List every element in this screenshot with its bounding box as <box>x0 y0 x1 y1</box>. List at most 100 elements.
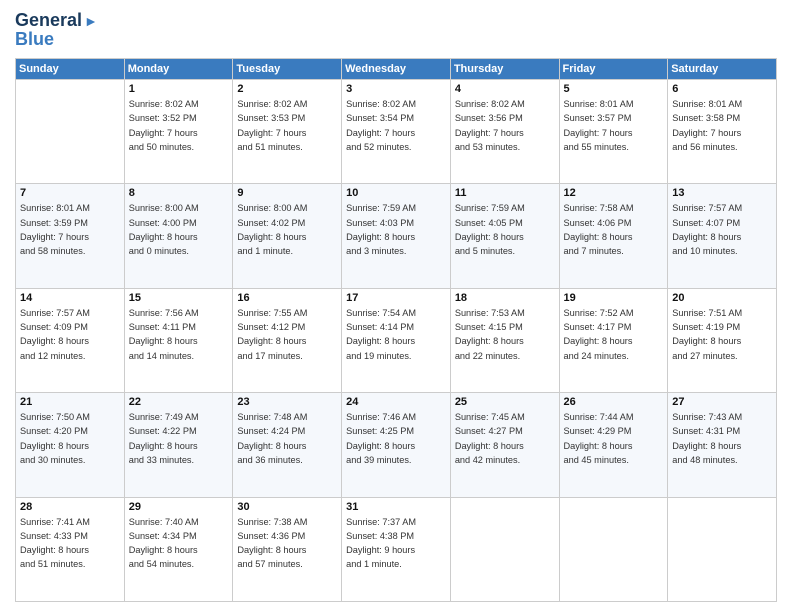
day-number: 24 <box>346 396 446 408</box>
day-number: 12 <box>564 187 664 199</box>
day-info: Sunrise: 7:46 AMSunset: 4:25 PMDaylight:… <box>346 410 446 467</box>
day-number: 22 <box>129 396 229 408</box>
calendar-cell-w2d6: 20 Sunrise: 7:51 AMSunset: 4:19 PMDayligh… <box>668 288 777 392</box>
week-row-3: 21Sunrise: 7:50 AMSunset: 4:20 PMDayligh… <box>16 393 777 497</box>
day-number: 1 <box>129 83 229 95</box>
day-header-saturday: Saturday <box>668 59 777 80</box>
week-row-2: 14 Sunrise: 7:57 AMSunset: 4:09 PMDayligh… <box>16 288 777 392</box>
week-row-1: 7 Sunrise: 8:01 AMSunset: 3:59 PMDaylight… <box>16 184 777 288</box>
day-info: Sunrise: 8:00 AMSunset: 4:02 PMDaylight:… <box>237 201 337 258</box>
day-header-sunday: Sunday <box>16 59 125 80</box>
day-info: Sunrise: 8:01 AMSunset: 3:59 PMDaylight:… <box>20 201 120 258</box>
day-number: 14 <box>20 292 120 304</box>
calendar-cell-w0d0 <box>16 80 125 184</box>
calendar-cell-w0d3: 3 Sunrise: 8:02 AMSunset: 3:54 PMDaylight… <box>342 80 451 184</box>
day-number: 13 <box>672 187 772 199</box>
calendar-table: SundayMondayTuesdayWednesdayThursdayFrid… <box>15 58 777 602</box>
logo-text-blue: Blue <box>15 29 54 50</box>
day-info: Sunrise: 7:51 AMSunset: 4:19 PMDaylight:… <box>672 306 772 363</box>
day-number: 8 <box>129 187 229 199</box>
day-info: Sunrise: 8:02 AMSunset: 3:56 PMDaylight:… <box>455 97 555 154</box>
day-info: Sunrise: 7:58 AMSunset: 4:06 PMDaylight:… <box>564 201 664 258</box>
day-number: 11 <box>455 187 555 199</box>
day-info: Sunrise: 7:37 AMSunset: 4:38 PMDaylight:… <box>346 515 446 572</box>
logo: General ► Blue <box>15 10 98 50</box>
day-number: 16 <box>237 292 337 304</box>
day-number: 9 <box>237 187 337 199</box>
day-number: 17 <box>346 292 446 304</box>
day-info: Sunrise: 7:54 AMSunset: 4:14 PMDaylight:… <box>346 306 446 363</box>
day-header-friday: Friday <box>559 59 668 80</box>
day-info: Sunrise: 7:59 AMSunset: 4:03 PMDaylight:… <box>346 201 446 258</box>
day-number: 20 <box>672 292 772 304</box>
day-info: Sunrise: 7:44 AMSunset: 4:29 PMDaylight:… <box>564 410 664 467</box>
calendar-cell-w2d4: 18 Sunrise: 7:53 AMSunset: 4:15 PMDayligh… <box>450 288 559 392</box>
day-info: Sunrise: 7:41 AMSunset: 4:33 PMDaylight:… <box>20 515 120 572</box>
day-info: Sunrise: 7:38 AMSunset: 4:36 PMDaylight:… <box>237 515 337 572</box>
day-number: 2 <box>237 83 337 95</box>
day-number: 26 <box>564 396 664 408</box>
day-number: 29 <box>129 501 229 513</box>
calendar-cell-w4d2: 30Sunrise: 7:38 AMSunset: 4:36 PMDayligh… <box>233 497 342 601</box>
calendar-cell-w0d5: 5Sunrise: 8:01 AMSunset: 3:57 PMDaylight… <box>559 80 668 184</box>
day-header-thursday: Thursday <box>450 59 559 80</box>
calendar-cell-w2d1: 15 Sunrise: 7:56 AMSunset: 4:11 PMDayligh… <box>124 288 233 392</box>
day-info: Sunrise: 8:02 AMSunset: 3:54 PMDaylight:… <box>346 97 446 154</box>
calendar-cell-w1d3: 10Sunrise: 7:59 AMSunset: 4:03 PMDayligh… <box>342 184 451 288</box>
day-number: 18 <box>455 292 555 304</box>
day-info: Sunrise: 7:40 AMSunset: 4:34 PMDaylight:… <box>129 515 229 572</box>
logo-triangle-icon: ► <box>84 13 98 29</box>
calendar-cell-w2d0: 14 Sunrise: 7:57 AMSunset: 4:09 PMDayligh… <box>16 288 125 392</box>
calendar-header-row: SundayMondayTuesdayWednesdayThursdayFrid… <box>16 59 777 80</box>
calendar-cell-w2d2: 16 Sunrise: 7:55 AMSunset: 4:12 PMDayligh… <box>233 288 342 392</box>
calendar-cell-w4d4 <box>450 497 559 601</box>
calendar-body: 1Sunrise: 8:02 AMSunset: 3:52 PMDaylight… <box>16 80 777 602</box>
calendar-cell-w3d6: 27Sunrise: 7:43 AMSunset: 4:31 PMDayligh… <box>668 393 777 497</box>
calendar-cell-w0d4: 4 Sunrise: 8:02 AMSunset: 3:56 PMDaylight… <box>450 80 559 184</box>
day-header-monday: Monday <box>124 59 233 80</box>
calendar-cell-w0d1: 1Sunrise: 8:02 AMSunset: 3:52 PMDaylight… <box>124 80 233 184</box>
week-row-4: 28Sunrise: 7:41 AMSunset: 4:33 PMDayligh… <box>16 497 777 601</box>
day-number: 21 <box>20 396 120 408</box>
logo-text-general: General <box>15 10 82 31</box>
header: General ► Blue <box>15 10 777 50</box>
day-info: Sunrise: 7:45 AMSunset: 4:27 PMDaylight:… <box>455 410 555 467</box>
calendar-cell-w1d2: 9 Sunrise: 8:00 AMSunset: 4:02 PMDaylight… <box>233 184 342 288</box>
calendar-cell-w4d3: 31 Sunrise: 7:37 AMSunset: 4:38 PMDayligh… <box>342 497 451 601</box>
day-number: 7 <box>20 187 120 199</box>
day-number: 6 <box>672 83 772 95</box>
calendar-cell-w0d6: 6Sunrise: 8:01 AMSunset: 3:58 PMDaylight… <box>668 80 777 184</box>
day-number: 3 <box>346 83 446 95</box>
day-info: Sunrise: 7:48 AMSunset: 4:24 PMDaylight:… <box>237 410 337 467</box>
day-number: 15 <box>129 292 229 304</box>
calendar-cell-w3d1: 22 Sunrise: 7:49 AMSunset: 4:22 PMDayligh… <box>124 393 233 497</box>
day-info: Sunrise: 7:49 AMSunset: 4:22 PMDaylight:… <box>129 410 229 467</box>
calendar-cell-w2d5: 19Sunrise: 7:52 AMSunset: 4:17 PMDayligh… <box>559 288 668 392</box>
calendar-cell-w4d5 <box>559 497 668 601</box>
day-number: 23 <box>237 396 337 408</box>
calendar-cell-w2d3: 17 Sunrise: 7:54 AMSunset: 4:14 PMDayligh… <box>342 288 451 392</box>
calendar-cell-w3d3: 24 Sunrise: 7:46 AMSunset: 4:25 PMDayligh… <box>342 393 451 497</box>
calendar-cell-w4d0: 28Sunrise: 7:41 AMSunset: 4:33 PMDayligh… <box>16 497 125 601</box>
day-info: Sunrise: 7:57 AMSunset: 4:07 PMDaylight:… <box>672 201 772 258</box>
day-header-tuesday: Tuesday <box>233 59 342 80</box>
day-number: 25 <box>455 396 555 408</box>
day-info: Sunrise: 8:02 AMSunset: 3:53 PMDaylight:… <box>237 97 337 154</box>
calendar-cell-w1d5: 12 Sunrise: 7:58 AMSunset: 4:06 PMDayligh… <box>559 184 668 288</box>
day-info: Sunrise: 7:55 AMSunset: 4:12 PMDaylight:… <box>237 306 337 363</box>
day-info: Sunrise: 7:52 AMSunset: 4:17 PMDaylight:… <box>564 306 664 363</box>
day-number: 5 <box>564 83 664 95</box>
week-row-0: 1Sunrise: 8:02 AMSunset: 3:52 PMDaylight… <box>16 80 777 184</box>
day-number: 4 <box>455 83 555 95</box>
day-info: Sunrise: 8:00 AMSunset: 4:00 PMDaylight:… <box>129 201 229 258</box>
day-info: Sunrise: 7:56 AMSunset: 4:11 PMDaylight:… <box>129 306 229 363</box>
calendar-cell-w1d4: 11 Sunrise: 7:59 AMSunset: 4:05 PMDayligh… <box>450 184 559 288</box>
day-number: 31 <box>346 501 446 513</box>
day-info: Sunrise: 7:59 AMSunset: 4:05 PMDaylight:… <box>455 201 555 258</box>
day-info: Sunrise: 7:53 AMSunset: 4:15 PMDaylight:… <box>455 306 555 363</box>
calendar-cell-w3d4: 25 Sunrise: 7:45 AMSunset: 4:27 PMDayligh… <box>450 393 559 497</box>
day-info: Sunrise: 7:57 AMSunset: 4:09 PMDaylight:… <box>20 306 120 363</box>
calendar-cell-w1d6: 13 Sunrise: 7:57 AMSunset: 4:07 PMDayligh… <box>668 184 777 288</box>
page: General ► Blue SundayMondayTuesdayWednes… <box>0 0 792 612</box>
day-info: Sunrise: 7:43 AMSunset: 4:31 PMDaylight:… <box>672 410 772 467</box>
